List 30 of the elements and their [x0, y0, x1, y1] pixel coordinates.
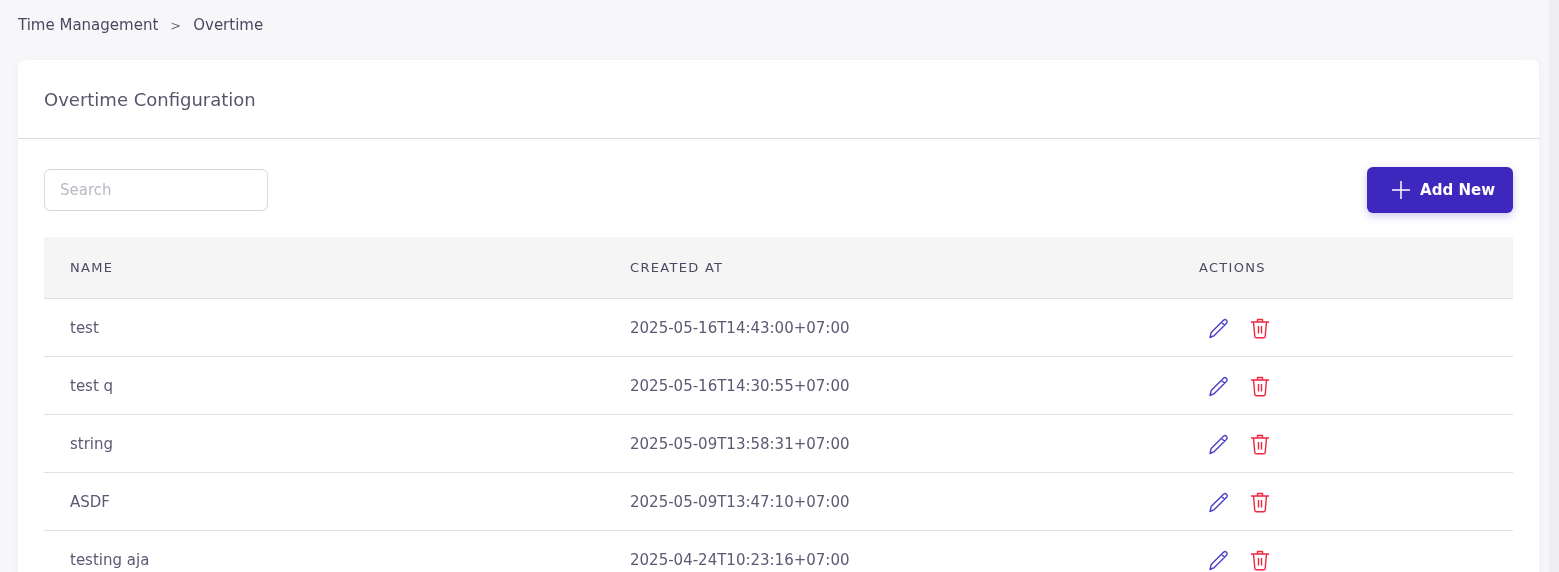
delete-icon[interactable]	[1250, 548, 1270, 571]
add-new-button[interactable]: Add New	[1367, 167, 1513, 213]
table-cell-text: 2025-05-16T14:43:00+07:00	[630, 318, 851, 337]
table-cell-text: ASDF	[69, 492, 111, 511]
column-header: NAME	[69, 260, 115, 275]
edit-icon[interactable]	[1208, 548, 1230, 571]
card-title: Overtime Configuration	[44, 88, 256, 110]
edit-icon[interactable]	[1208, 316, 1230, 339]
delete-icon[interactable]	[1250, 316, 1270, 339]
table-cell-text: test	[69, 318, 100, 337]
table-cell-text: test q	[69, 376, 115, 395]
edit-icon[interactable]	[1208, 432, 1230, 455]
edit-icon[interactable]	[1208, 490, 1230, 513]
search-field[interactable]: Search	[44, 169, 268, 211]
delete-icon[interactable]	[1250, 490, 1270, 513]
table-cell-text: 2025-05-09T13:47:10+07:00	[630, 492, 851, 511]
table-cell-text: testing aja	[69, 550, 151, 569]
table-cell-text: string	[69, 434, 115, 453]
plus-icon	[1391, 180, 1412, 200]
delete-icon[interactable]	[1250, 374, 1270, 397]
table-cell-text: 2025-05-09T13:58:31+07:00	[630, 434, 851, 453]
table-cell-text: 2025-05-16T14:30:55+07:00	[630, 376, 851, 395]
breadcrumb-link[interactable]: Time Management	[18, 16, 159, 34]
column-header: ACTIONS	[1199, 260, 1267, 275]
table-cell-text: 2025-04-24T10:23:16+07:00	[630, 550, 851, 569]
edit-icon[interactable]	[1208, 374, 1230, 397]
column-header: CREATED AT	[630, 260, 725, 275]
breadcrumb-current: Overtime	[193, 16, 264, 34]
breadcrumb-separator: >	[170, 17, 182, 33]
delete-icon[interactable]	[1250, 432, 1270, 455]
